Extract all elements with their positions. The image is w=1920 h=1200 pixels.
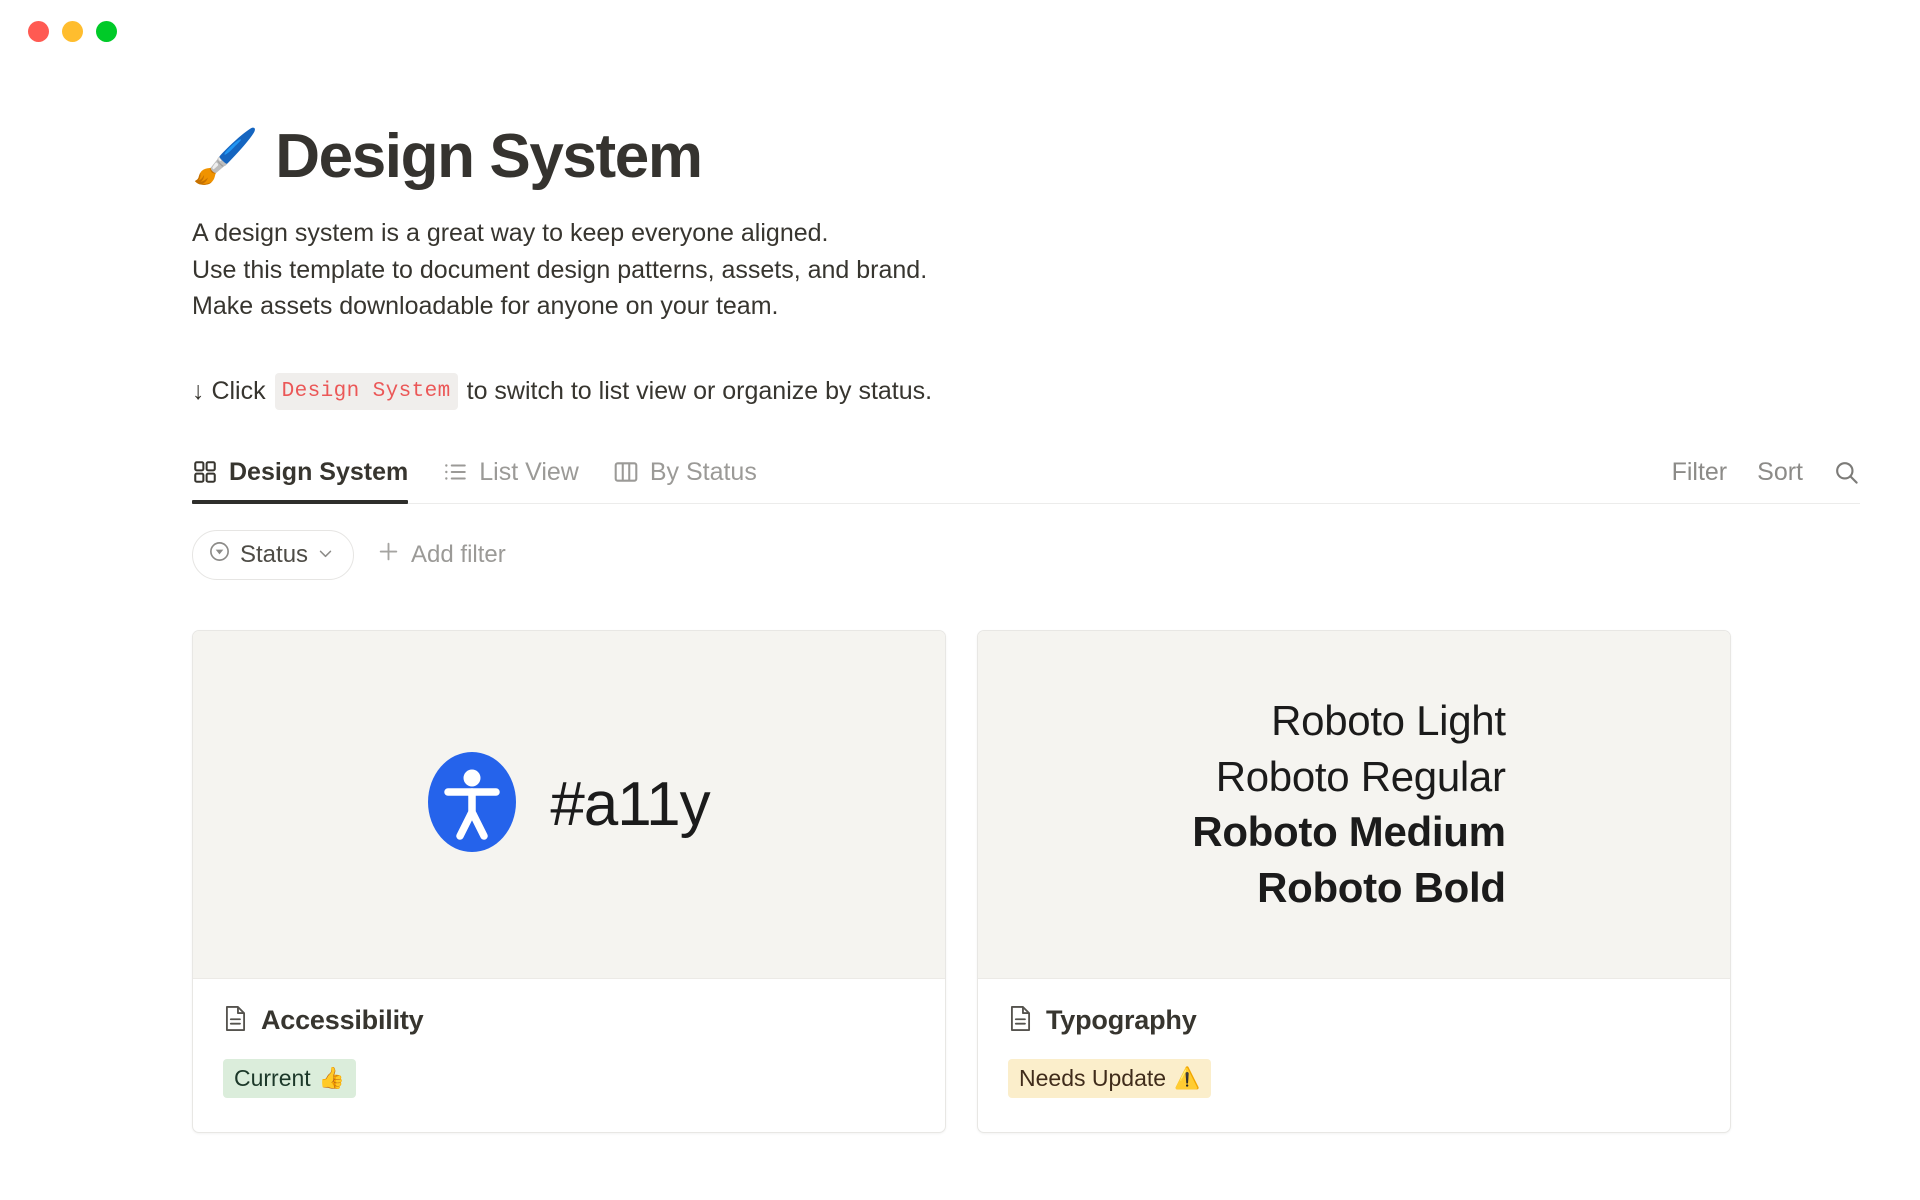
minimize-window-button[interactable] — [62, 21, 83, 42]
intro-line-3: Make assets downloadable for anyone on y… — [192, 288, 1860, 325]
card-body: Typography Needs Update ⚠️ — [978, 979, 1730, 1132]
page-header: 🖌️ Design System — [192, 124, 1860, 189]
filter-pill-label: Status — [240, 541, 308, 569]
typography-sample-light: Roboto Light — [1271, 694, 1506, 748]
callout-prefix: ↓ Click — [192, 374, 266, 409]
card-cover-image: #a11y — [193, 631, 945, 979]
plus-icon — [376, 539, 401, 571]
inline-code-chip: Design System — [275, 373, 458, 410]
tab-list-view[interactable]: List View — [442, 458, 579, 503]
view-tabbar: Design System List View — [192, 458, 1860, 504]
search-icon[interactable] — [1833, 459, 1860, 486]
list-icon — [442, 459, 468, 485]
gallery-view: #a11y Accessibility Cu — [192, 630, 1860, 1133]
view-actions: Filter Sort — [1672, 458, 1860, 503]
page-content: 🖌️ Design System A design system is a gr… — [0, 124, 1920, 1133]
accessibility-icon — [428, 752, 516, 857]
filter-pill-status[interactable]: Status — [192, 530, 354, 580]
tab-by-status[interactable]: By Status — [613, 458, 757, 503]
callout-suffix: to switch to list view or organize by st… — [467, 374, 932, 409]
warning-icon: ⚠️ — [1174, 1065, 1200, 1091]
gallery-card-typography[interactable]: Roboto Light Roboto Regular Roboto Mediu… — [977, 630, 1731, 1133]
thumbs-up-icon: 👍 — [319, 1065, 345, 1091]
traffic-lights — [28, 21, 117, 42]
page-intro: A design system is a great way to keep e… — [192, 215, 1860, 325]
filter-bar: Status Add filter — [192, 530, 1860, 580]
status-badge-label: Current — [234, 1064, 311, 1093]
status-badge: Current 👍 — [223, 1059, 356, 1098]
status-badge-label: Needs Update — [1019, 1064, 1166, 1093]
a11y-cover-content: #a11y — [428, 752, 709, 857]
add-filter-button[interactable]: Add filter — [376, 539, 506, 571]
card-title-row: Accessibility — [223, 1005, 915, 1037]
add-filter-label: Add filter — [411, 541, 506, 569]
card-title: Accessibility — [261, 1005, 424, 1036]
callout-line: ↓ Click Design System to switch to list … — [192, 373, 1860, 410]
card-title-row: Typography — [1008, 1005, 1700, 1037]
typography-sample-bold: Roboto Bold — [1257, 861, 1506, 915]
paintbrush-icon: 🖌️ — [192, 130, 259, 184]
card-title: Typography — [1046, 1005, 1197, 1036]
status-circle-icon — [208, 540, 231, 570]
chevron-down-icon — [317, 541, 334, 569]
typography-sample-regular: Roboto Regular — [1216, 750, 1506, 804]
card-cover-image: Roboto Light Roboto Regular Roboto Mediu… — [978, 631, 1730, 979]
tab-label: Design System — [229, 458, 408, 487]
a11y-hashtag-text: #a11y — [550, 769, 709, 840]
window-titlebar — [0, 0, 1920, 62]
gallery-grid-icon — [192, 459, 218, 485]
typography-sample-medium: Roboto Medium — [1192, 805, 1505, 859]
tab-label: List View — [479, 458, 579, 487]
filter-button[interactable]: Filter — [1672, 458, 1728, 487]
tab-label: By Status — [650, 458, 757, 487]
maximize-window-button[interactable] — [96, 21, 117, 42]
page-title: Design System — [275, 124, 701, 189]
tab-design-system[interactable]: Design System — [192, 458, 408, 503]
sort-button[interactable]: Sort — [1757, 458, 1803, 487]
view-tabs: Design System List View — [192, 458, 757, 503]
page-document-icon — [223, 1005, 248, 1037]
gallery-card-accessibility[interactable]: #a11y Accessibility Cu — [192, 630, 946, 1133]
status-badge: Needs Update ⚠️ — [1008, 1059, 1211, 1098]
card-body: Accessibility Current 👍 — [193, 979, 945, 1132]
close-window-button[interactable] — [28, 21, 49, 42]
board-columns-icon — [613, 459, 639, 485]
intro-line-1: A design system is a great way to keep e… — [192, 215, 1860, 252]
intro-line-2: Use this template to document design pat… — [192, 252, 1860, 289]
page-document-icon — [1008, 1005, 1033, 1037]
typography-cover-content: Roboto Light Roboto Regular Roboto Mediu… — [1192, 694, 1515, 915]
